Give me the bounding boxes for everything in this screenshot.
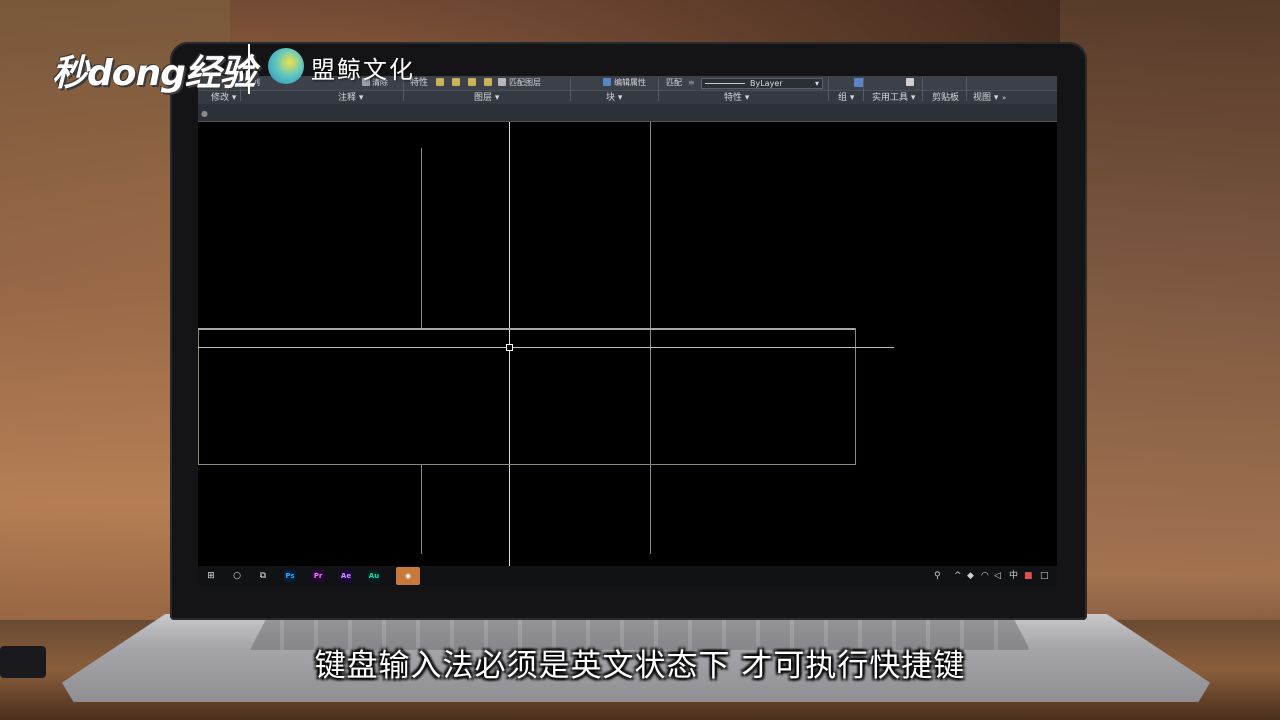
search-icon[interactable]: ○: [230, 569, 244, 583]
input-method-icon[interactable]: 中: [1009, 570, 1018, 582]
ribbon-panel-labels: 修改 ▾ 注释 ▾ 图层 ▾ 块 ▾ 特性 ▾ 组 ▾ 实用工具 ▾ 剪贴板 视…: [198, 77, 1057, 105]
bylayer-select[interactable]: ByLayer ▾: [701, 78, 823, 89]
people-icon[interactable]: ⚲: [934, 570, 941, 582]
windows-taskbar: ⊞ ○ ⧉ Ps Pr Ae Au ◉ ⚲ ^ ◆ ◠ ◁ 中 ■ □: [198, 566, 1057, 586]
layer-tool-icon-4[interactable]: [484, 78, 492, 86]
panel-layers[interactable]: 图层 ▾: [474, 91, 499, 105]
separator: [966, 77, 967, 101]
crosshair-horizontal: [198, 347, 894, 348]
photoshop-icon[interactable]: Ps: [284, 570, 296, 582]
bylayer-value: ByLayer: [750, 79, 783, 88]
background-right: [1060, 0, 1280, 720]
layer-tool-icon-2[interactable]: [452, 78, 460, 86]
separator: [863, 77, 864, 101]
cursor-pickbox: [506, 344, 513, 351]
after-effects-icon[interactable]: Ae: [340, 570, 352, 582]
logo-divider: [248, 44, 250, 94]
task-view-icon[interactable]: ⧉: [256, 569, 270, 583]
windows-start-icon[interactable]: ⊞: [204, 569, 218, 583]
miaodong-logo: 秒dong经验: [52, 53, 256, 94]
file-tab-bar: ●: [198, 104, 1057, 122]
whale-logo-icon: [268, 48, 304, 84]
layer-tool-icon-1[interactable]: [436, 78, 444, 86]
edit-attributes-button[interactable]: 编辑属性: [614, 76, 646, 90]
linetype-icon: ≡: [688, 78, 695, 87]
panel-clipboard[interactable]: 剪贴板: [932, 91, 959, 105]
construction-line-v1: [421, 148, 422, 328]
panel-view[interactable]: 视图 ▾: [973, 91, 998, 105]
laptop-screen: 阵列 清除 特性 匹配图层 编辑属性 匹配 ≡ ByLayer ▾ 修改 ▾ 注…: [198, 76, 1057, 586]
construction-line-v1-lower: [421, 464, 422, 554]
match-layer-icon[interactable]: [498, 78, 506, 86]
autocad-taskbar-icon[interactable]: ◉: [396, 567, 420, 585]
volume-icon[interactable]: ◁: [994, 570, 1001, 582]
match-properties-button[interactable]: 匹配: [666, 76, 682, 90]
calculator-icon[interactable]: [906, 78, 914, 86]
expand-icon[interactable]: »: [1002, 91, 1006, 105]
edit-attributes-icon[interactable]: [603, 78, 611, 86]
notification-icon[interactable]: □: [1040, 570, 1049, 582]
drawn-rectangle[interactable]: [198, 328, 856, 465]
panel-groups[interactable]: 组 ▾: [838, 91, 854, 105]
separator: [570, 77, 571, 101]
tab-icon[interactable]: ●: [201, 109, 208, 118]
premiere-icon[interactable]: Pr: [312, 570, 324, 582]
separator: [922, 77, 923, 101]
rectangle-top-edge: [198, 328, 855, 330]
tray-chevron-up-icon[interactable]: ^: [954, 570, 962, 582]
separator: [828, 77, 829, 101]
match-layer-button[interactable]: 匹配图层: [509, 76, 541, 90]
drawing-canvas[interactable]: [198, 122, 1057, 566]
video-subtitle: 键盘输入法必须是英文状态下 才可执行快捷键: [314, 648, 966, 684]
panel-annotation[interactable]: 注释 ▾: [338, 91, 363, 105]
linetype-preview: [705, 83, 745, 84]
tray-app-icon[interactable]: ◆: [967, 570, 974, 582]
audition-icon[interactable]: Au: [368, 570, 380, 582]
separator: [658, 77, 659, 101]
chevron-down-icon: ▾: [814, 79, 819, 88]
panel-properties[interactable]: 特性 ▾: [724, 91, 749, 105]
wifi-icon[interactable]: ◠: [981, 570, 989, 582]
layer-tool-icon-3[interactable]: [468, 78, 476, 86]
mengjing-logo: 盟鲸文化: [311, 56, 415, 84]
panel-block[interactable]: 块 ▾: [606, 91, 622, 105]
panel-utilities[interactable]: 实用工具 ▾: [872, 91, 915, 105]
security-icon[interactable]: ■: [1024, 570, 1033, 582]
